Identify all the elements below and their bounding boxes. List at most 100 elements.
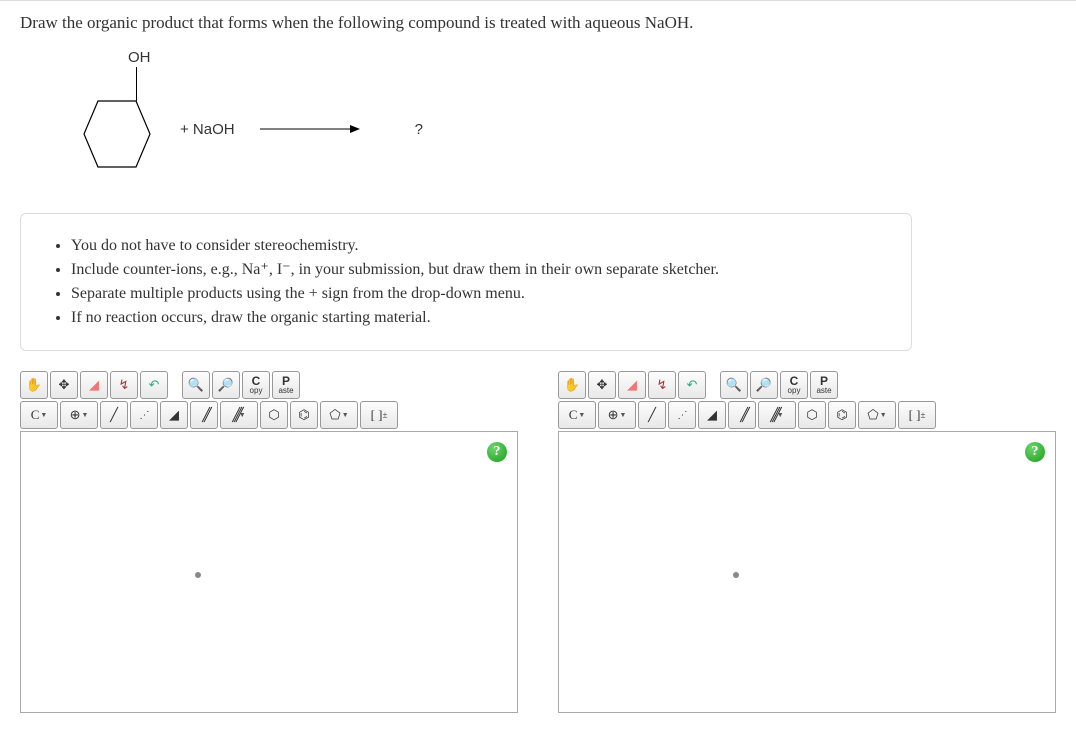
hint-item: Include counter-ions, e.g., Na⁺, I⁻, in … — [71, 258, 881, 282]
undo-button[interactable]: ↶ — [678, 371, 706, 399]
eraser-tool-button[interactable]: ◢ — [618, 371, 646, 399]
eraser-icon: ◢ — [627, 377, 637, 393]
starting-material: OH — [70, 49, 160, 189]
triple-bond-icon: ╱╱╱ — [770, 407, 775, 423]
chevron-down-icon: ▼ — [239, 411, 246, 419]
oh-label: OH — [128, 49, 151, 66]
zoom-in-icon: 🔍 — [188, 377, 204, 393]
drawing-canvas[interactable]: ? — [558, 431, 1056, 713]
canvas-origin-dot — [195, 572, 201, 578]
pointer-tool-button[interactable]: ✥ — [50, 371, 78, 399]
triple-bond-icon: ╱╱╱ — [232, 407, 237, 423]
hand-icon: ✋ — [26, 377, 42, 393]
cyclohexane-button[interactable]: ⬡ — [798, 401, 826, 429]
sketcher-2: ✋ ✥ ◢ ↯ ↶ 🔍 🔎 C opy P aste C ▼ ⊕ — [558, 371, 1056, 713]
charge-button[interactable]: [ ]± — [898, 401, 936, 429]
copy-button[interactable]: C opy — [242, 371, 270, 399]
lasso-tool-button[interactable]: ↯ — [110, 371, 138, 399]
add-fragment-button[interactable]: ⊕ ▼ — [60, 401, 98, 429]
sketcher-1: ✋ ✥ ◢ ↯ ↶ 🔍 🔎 C opy P aste C ▼ ⊕ — [20, 371, 518, 713]
pointer-tool-button[interactable]: ✥ — [588, 371, 616, 399]
ring-picker-button[interactable]: ⬠ ▼ — [858, 401, 896, 429]
add-fragment-button[interactable]: ⊕ ▼ — [598, 401, 636, 429]
hand-tool-button[interactable]: ✋ — [558, 371, 586, 399]
hexagon-icon: ⬡ — [806, 407, 817, 423]
lasso-tool-button[interactable]: ↯ — [648, 371, 676, 399]
copy-button[interactable]: C opy — [780, 371, 808, 399]
cyclohexane-button[interactable]: ⬡ — [260, 401, 288, 429]
charge-label: [ ] — [909, 407, 921, 423]
undo-icon: ↶ — [149, 377, 160, 393]
zoom-out-button[interactable]: 🔎 — [750, 371, 778, 399]
triple-bond-button[interactable]: ╱╱╱ ▼ — [220, 401, 258, 429]
chevron-down-icon: ▼ — [880, 411, 887, 419]
dashed-bond-button[interactable]: ⋰ — [668, 401, 696, 429]
benzene-button[interactable]: ⌬ — [290, 401, 318, 429]
zoom-in-icon: 🔍 — [726, 377, 742, 393]
reagent-text: + NaOH — [180, 121, 235, 138]
lasso-icon: ↯ — [119, 377, 130, 393]
element-label: C — [569, 407, 578, 423]
pentagon-icon: ⬠ — [329, 407, 340, 423]
element-picker-button[interactable]: C ▼ — [20, 401, 58, 429]
zoom-in-button[interactable]: 🔍 — [720, 371, 748, 399]
paste-button[interactable]: P aste — [810, 371, 838, 399]
dashed-bond-icon: ⋰ — [678, 410, 687, 421]
drawing-canvas[interactable]: ? — [20, 431, 518, 713]
benzene-button[interactable]: ⌬ — [828, 401, 856, 429]
pointer-icon: ✥ — [597, 377, 608, 393]
zoom-out-icon: 🔎 — [756, 377, 772, 393]
double-bond-icon: ╱╱ — [202, 407, 206, 423]
reaction-scheme: OH + NaOH ? — [70, 49, 1056, 189]
element-label: C — [31, 407, 40, 423]
paste-label-bottom: aste — [278, 387, 293, 395]
wedge-bond-icon: ◢ — [169, 407, 179, 423]
plus-circle-icon: ⊕ — [608, 407, 619, 423]
canvas-origin-dot — [733, 572, 739, 578]
lasso-icon: ↯ — [657, 377, 668, 393]
copy-label-bottom: opy — [250, 387, 263, 395]
undo-icon: ↶ — [687, 377, 698, 393]
zoom-out-icon: 🔎 — [218, 377, 234, 393]
dashed-bond-button[interactable]: ⋰ — [130, 401, 158, 429]
pointer-icon: ✥ — [59, 377, 70, 393]
chevron-down-icon: ▼ — [342, 411, 349, 419]
hand-tool-button[interactable]: ✋ — [20, 371, 48, 399]
wedge-bond-button[interactable]: ◢ — [160, 401, 188, 429]
eraser-tool-button[interactable]: ◢ — [80, 371, 108, 399]
zoom-out-button[interactable]: 🔎 — [212, 371, 240, 399]
chevron-down-icon: ▼ — [619, 411, 626, 419]
hand-icon: ✋ — [564, 377, 580, 393]
hexagon-icon: ⬡ — [268, 407, 279, 423]
ring-picker-button[interactable]: ⬠ ▼ — [320, 401, 358, 429]
paste-button[interactable]: P aste — [272, 371, 300, 399]
reaction-arrow-icon — [255, 119, 365, 139]
single-bond-icon: ╱ — [110, 407, 118, 423]
chevron-down-icon: ▼ — [81, 411, 88, 419]
wedge-bond-button[interactable]: ◢ — [698, 401, 726, 429]
help-button[interactable]: ? — [487, 442, 507, 462]
chevron-down-icon: ▼ — [578, 411, 585, 419]
cyclohexane-ring-icon — [80, 99, 155, 179]
triple-bond-button[interactable]: ╱╱╱ ▼ — [758, 401, 796, 429]
hint-item: You do not have to consider stereochemis… — [71, 234, 881, 258]
single-bond-icon: ╱ — [648, 407, 656, 423]
hints-box: You do not have to consider stereochemis… — [20, 213, 912, 351]
element-picker-button[interactable]: C ▼ — [558, 401, 596, 429]
double-bond-icon: ╱╱ — [740, 407, 744, 423]
single-bond-button[interactable]: ╱ — [638, 401, 666, 429]
charge-button[interactable]: [ ]± — [360, 401, 398, 429]
dashed-bond-icon: ⋰ — [140, 410, 149, 421]
hint-item: Separate multiple products using the + s… — [71, 282, 881, 306]
chevron-down-icon: ▼ — [777, 411, 784, 419]
benzene-icon: ⌬ — [836, 407, 847, 423]
wedge-bond-icon: ◢ — [707, 407, 717, 423]
double-bond-button[interactable]: ╱╱ — [190, 401, 218, 429]
single-bond-button[interactable]: ╱ — [100, 401, 128, 429]
double-bond-button[interactable]: ╱╱ — [728, 401, 756, 429]
zoom-in-button[interactable]: 🔍 — [182, 371, 210, 399]
pentagon-icon: ⬠ — [867, 407, 878, 423]
product-placeholder: ? — [415, 121, 423, 138]
help-button[interactable]: ? — [1025, 442, 1045, 462]
undo-button[interactable]: ↶ — [140, 371, 168, 399]
